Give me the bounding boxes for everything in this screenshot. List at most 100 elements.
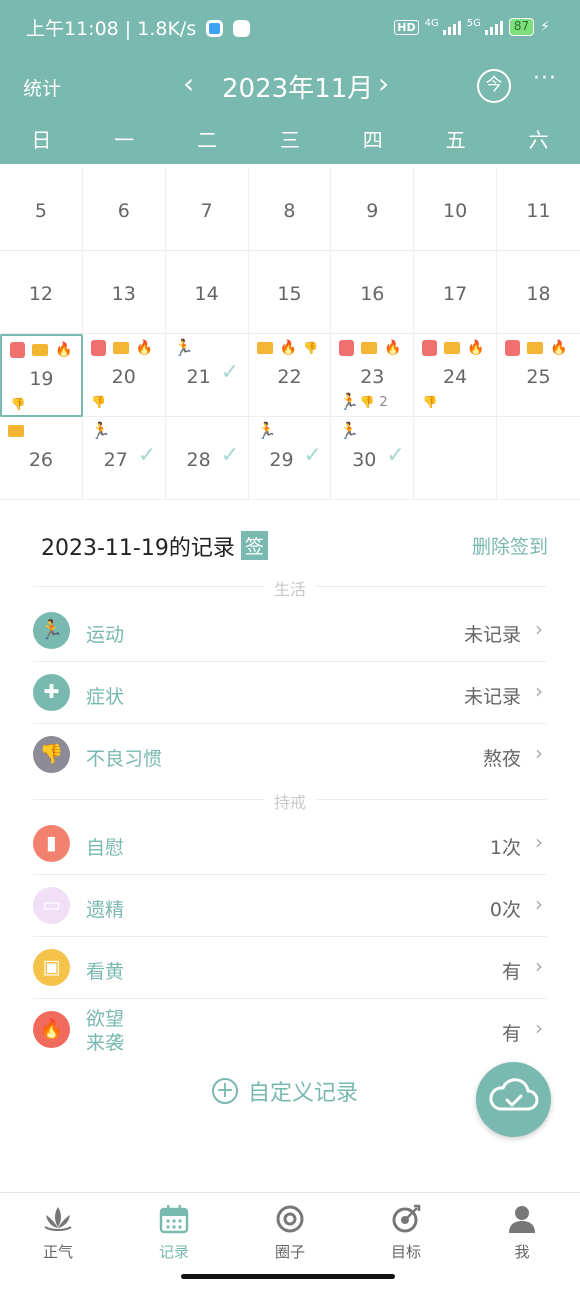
thumbs-down-icon: 👎 xyxy=(303,341,318,355)
day-number: 16 xyxy=(360,283,385,305)
cloud-sync-button[interactable] xyxy=(476,1062,551,1137)
cloud-check-icon xyxy=(489,1078,539,1111)
run-icon: 🏃 xyxy=(339,392,360,411)
calendar-day[interactable]: 17 xyxy=(414,251,498,334)
stats-button[interactable]: 统计 xyxy=(23,74,61,101)
thumbs-down-icon: 👎 xyxy=(33,736,70,773)
app-header: 上午11:08 | 1.8K/s HD 4G 5G 87 ⚡ 统计 ‹ 2023… xyxy=(0,0,580,164)
today-button[interactable]: 今 xyxy=(477,69,511,103)
list-item-desire[interactable]: 🔥 欲望 来袭 有 › xyxy=(33,999,547,1061)
tab-me[interactable]: 我 xyxy=(464,1193,580,1289)
screen-icon xyxy=(8,425,24,437)
calendar-day[interactable]: 28 ✓ xyxy=(166,417,249,500)
delete-signin-button[interactable]: 删除签到 xyxy=(472,532,548,559)
tab-label: 目标 xyxy=(390,1243,421,1261)
list-item-exercise[interactable]: 🏃 运动 未记录 › xyxy=(33,600,547,662)
calendar-day-selected[interactable]: 🔥 19 👎 xyxy=(0,334,83,417)
user-icon xyxy=(509,1206,535,1233)
run-icon: 🏃 xyxy=(173,338,194,357)
list-item-nocturnal[interactable]: ▭ 遗精 0次 › xyxy=(33,875,547,937)
fire-icon: 🔥 xyxy=(467,340,485,356)
screen-icon xyxy=(112,342,129,354)
tab-label: 正气 xyxy=(42,1243,73,1261)
target-icon xyxy=(392,1204,421,1233)
signal-icon-2 xyxy=(484,19,503,35)
thumbs-down-icon: 👎 xyxy=(10,397,26,411)
chevron-right-icon: › xyxy=(535,1016,543,1040)
messenger-icon xyxy=(206,20,224,37)
screen-icon xyxy=(256,342,273,354)
check-icon: ✓ xyxy=(137,443,157,468)
calendar-day[interactable]: 🔥 👎 22 xyxy=(249,334,332,417)
custom-record-button[interactable]: + 自定义记录 xyxy=(212,1076,358,1106)
calendar-day[interactable]: 16 xyxy=(331,251,415,334)
day-number: 22 xyxy=(277,366,302,388)
tab-zhengqi[interactable]: 正气 xyxy=(0,1193,116,1289)
calendar-day[interactable]: 5 xyxy=(0,168,83,251)
item-label: 运动 xyxy=(86,624,125,646)
calendar-day[interactable]: 15 xyxy=(249,251,332,334)
calendar-day[interactable]: 🏃 29 ✓ xyxy=(249,417,332,500)
more-icon[interactable]: ··· xyxy=(533,66,557,91)
circle-icon xyxy=(276,1205,304,1233)
next-month-button[interactable]: › xyxy=(378,68,389,100)
thumbs-down-icon: 👎 xyxy=(91,395,107,409)
list-item-bad-habit[interactable]: 👎 不良习惯 熬夜 › xyxy=(33,724,547,786)
calendar-day[interactable]: 🏃 27 ✓ xyxy=(83,417,166,500)
calendar-day[interactable]: 18 xyxy=(497,251,580,334)
calendar-day[interactable]: 12 xyxy=(0,251,83,334)
calendar-day[interactable]: 🔥 20 👎 xyxy=(83,334,166,417)
run-icon: 🏃 xyxy=(33,612,70,649)
tissue-roll-icon: ▮ xyxy=(33,825,70,862)
calendar-day[interactable]: 13 xyxy=(83,251,166,334)
thumbs-down-icon: 👎 xyxy=(359,395,375,409)
calendar-day[interactable]: 8 xyxy=(249,168,332,251)
signal-icon xyxy=(442,19,461,35)
hd-badge: HD xyxy=(394,19,419,35)
weekday-label: 四 xyxy=(362,128,383,152)
calendar-day[interactable]: 7 xyxy=(166,168,249,251)
fire-icon: 🔥 xyxy=(279,340,297,356)
day-number: 13 xyxy=(111,283,136,305)
list-item-symptom[interactable]: ✚ 症状 未记录 › xyxy=(33,662,547,724)
item-label: 欲望 来袭 xyxy=(86,1008,125,1054)
month-title[interactable]: 2023年11月 xyxy=(222,68,373,105)
item-label: 自慰 xyxy=(86,837,125,859)
calendar-day[interactable]: 26 xyxy=(0,417,83,500)
fire-icon: 🔥 xyxy=(33,1011,70,1048)
day-number: 9 xyxy=(366,200,379,222)
calendar-day-empty xyxy=(414,417,498,500)
run-icon: 🏃 xyxy=(339,421,360,440)
screen-icon: ▣ xyxy=(33,949,70,986)
calendar-day[interactable]: 🔥 23 🏃 👎 2 xyxy=(331,334,415,417)
calendar-day[interactable]: 6 xyxy=(83,168,166,251)
list-item-porn[interactable]: ▣ 看黄 有 › xyxy=(33,937,547,999)
calendar-day[interactable]: 🏃 30 ✓ xyxy=(331,417,415,500)
calendar-day[interactable]: 11 xyxy=(497,168,580,251)
life-list: 🏃 运动 未记录 › ✚ 症状 未记录 › 👎 不良习惯 熬夜 › xyxy=(33,600,547,786)
calendar-week: 12 13 14 15 16 17 18 xyxy=(0,251,580,334)
calendar-icon xyxy=(159,1205,189,1234)
calendar-day[interactable]: 14 xyxy=(166,251,249,334)
day-number: 18 xyxy=(526,283,551,305)
chevron-right-icon: › xyxy=(535,679,543,703)
calendar-grid: 5 6 7 8 9 10 11 12 13 14 15 16 17 18 🔥 1… xyxy=(0,168,580,500)
run-icon: 🏃 xyxy=(90,421,111,440)
calendar-day[interactable]: 🏃 21 ✓ xyxy=(166,334,249,417)
calendar-day[interactable]: 9 xyxy=(331,168,415,251)
day-number: 6 xyxy=(117,200,130,222)
fire-icon: 🔥 xyxy=(135,340,154,356)
network-5g-label: 5G xyxy=(466,18,481,29)
calendar-day[interactable]: 🔥 24 👎 xyxy=(414,334,498,417)
network-4g-label: 4G xyxy=(424,18,439,29)
calendar-day[interactable]: 10 xyxy=(414,168,498,251)
prev-month-button[interactable]: ‹ xyxy=(183,68,194,100)
item-value: 1次 xyxy=(489,837,521,859)
calendar-day[interactable]: 🔥 25 xyxy=(497,334,580,417)
screen-icon xyxy=(444,342,461,354)
play-store-icon xyxy=(233,20,251,37)
list-item-masturbation[interactable]: ▮ 自慰 1次 › xyxy=(33,813,547,875)
tissue-roll-icon xyxy=(422,340,438,356)
check-icon: ✓ xyxy=(303,443,322,468)
item-label: 遗精 xyxy=(86,899,125,921)
